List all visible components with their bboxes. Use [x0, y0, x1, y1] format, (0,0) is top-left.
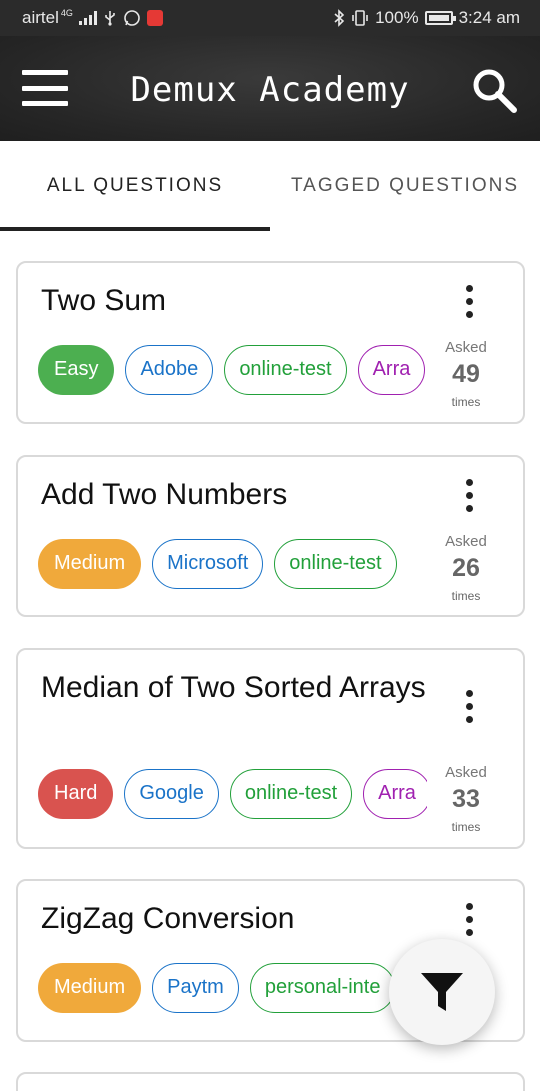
times-label: times: [451, 395, 481, 409]
clock: 3:24 am: [458, 8, 520, 27]
question-title: ZigZag Conversion: [41, 902, 295, 935]
question-tags: Medium Microsoft online-test: [38, 539, 427, 589]
asked-counter: Asked 33 times: [436, 764, 496, 834]
question-tags: Medium Paytm personal-inte: [38, 963, 427, 1013]
status-bar: airtel 4G 100% 3:24 am: [0, 0, 540, 36]
tab-all-questions[interactable]: ALL QUESTIONS: [0, 141, 270, 231]
asked-count: 26: [452, 554, 480, 582]
asked-count: 33: [452, 785, 480, 813]
company-chip[interactable]: Adobe: [125, 345, 214, 395]
signal-icon: [78, 11, 97, 25]
asked-label: Asked: [445, 339, 487, 356]
bluetooth-icon: [334, 9, 345, 27]
question-title: Two Sum: [41, 284, 167, 317]
times-label: times: [451, 589, 481, 603]
company-chip[interactable]: Google: [124, 769, 219, 819]
more-options-icon[interactable]: [461, 285, 477, 318]
question-tags: Easy Adobe online-test Arra: [38, 345, 427, 395]
vibrate-icon: [352, 10, 368, 26]
whatsapp-icon: [124, 10, 140, 26]
difficulty-chip[interactable]: Easy: [38, 345, 115, 395]
usb-icon: [105, 11, 115, 26]
more-options-icon[interactable]: [461, 479, 477, 512]
asked-label: Asked: [445, 533, 487, 550]
company-chip[interactable]: Microsoft: [152, 539, 264, 589]
company-chip[interactable]: Paytm: [152, 963, 239, 1013]
asked-counter: Asked 26 times: [436, 533, 496, 603]
more-options-icon[interactable]: [461, 903, 477, 936]
more-options-icon[interactable]: [461, 690, 477, 723]
tab-bar: ALL QUESTIONS TAGGED QUESTIONS: [0, 141, 540, 231]
tag-chip[interactable]: online-test: [274, 539, 397, 589]
status-bar-right: 100% 3:24 am: [333, 8, 520, 28]
status-bar-left: airtel 4G: [22, 8, 163, 28]
asked-label: Asked: [445, 764, 487, 781]
asked-counter: Asked 49 times: [436, 339, 496, 409]
network-type: 4G: [60, 8, 73, 18]
filter-icon: [421, 973, 463, 1011]
question-card[interactable]: Median of Two Sorted Arrays Hard Google on…: [16, 648, 525, 849]
times-label: times: [451, 820, 481, 834]
app-screen: airtel 4G 100% 3:24 am Demux Academy ALL…: [0, 0, 540, 1091]
carrier-name: airtel: [22, 8, 59, 27]
topic-chip[interactable]: Arra: [357, 345, 426, 395]
question-card[interactable]: Add Two Numbers Medium Microsoft online-te…: [16, 455, 525, 617]
battery-percent: 100%: [375, 8, 419, 27]
app-notification-icon: [146, 10, 163, 26]
question-tags: Hard Google online-test Arra: [38, 769, 427, 819]
tag-chip[interactable]: personal-inte: [249, 963, 396, 1013]
difficulty-chip[interactable]: Hard: [38, 769, 114, 819]
asked-count: 49: [452, 360, 480, 388]
difficulty-chip[interactable]: Medium: [38, 539, 142, 589]
app-toolbar: Demux Academy: [0, 36, 540, 141]
difficulty-chip[interactable]: Medium: [38, 963, 142, 1013]
tag-chip[interactable]: online-test: [224, 345, 347, 395]
question-card[interactable]: [16, 1072, 525, 1091]
search-icon[interactable]: [470, 66, 518, 114]
filter-button[interactable]: [389, 939, 495, 1045]
battery-icon: [424, 11, 456, 25]
question-title: Median of Two Sorted Arrays: [41, 671, 426, 704]
question-card[interactable]: Two Sum Easy Adobe online-test Arra Asked 4…: [16, 261, 525, 424]
question-title: Add Two Numbers: [41, 478, 288, 511]
topic-chip[interactable]: Arra: [363, 769, 427, 819]
tab-tagged-questions[interactable]: TAGGED QUESTIONS: [270, 141, 540, 231]
tag-chip[interactable]: online-test: [229, 769, 353, 819]
app-title: Demux Academy: [130, 70, 410, 110]
active-tab-indicator: [0, 227, 270, 231]
